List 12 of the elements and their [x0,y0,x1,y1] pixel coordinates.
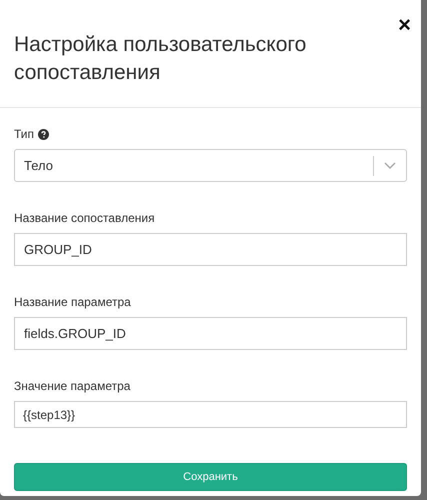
dialog-title: Настройка пользовательского сопоставления [14,32,308,86]
close-button[interactable]: × [396,12,413,38]
input-field[interactable]: {{step13}} [14,401,407,428]
chevron-down-icon [384,162,396,170]
type-select[interactable]: Тело [14,149,407,182]
field-label: Название параметра [14,294,132,311]
field-label: Тип [14,126,34,143]
input-field[interactable]: fields.GROUP_ID [14,317,407,350]
input-field[interactable]: GROUP_ID [14,233,407,266]
help-icon[interactable] [38,128,50,140]
field-label: Название сопоставления [14,210,156,227]
field-label: Значение параметра [14,378,132,395]
